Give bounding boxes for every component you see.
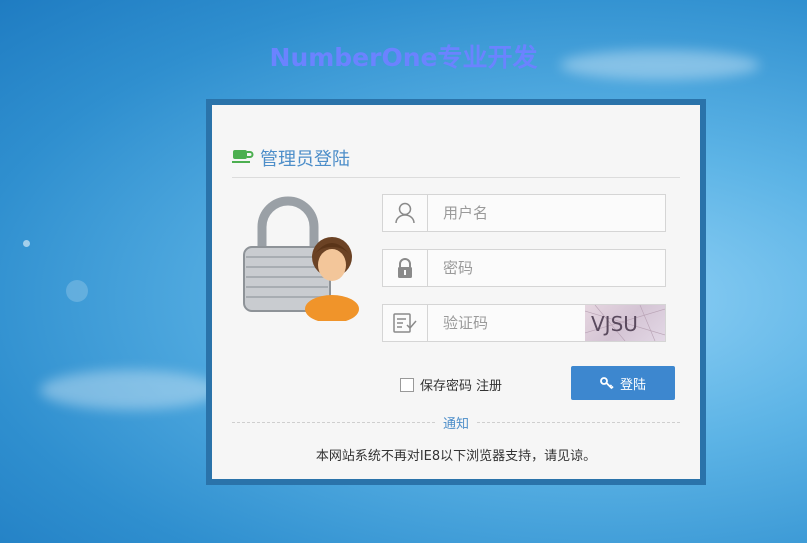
notice-label: 通知 — [434, 417, 477, 432]
lock-icon-box — [383, 250, 428, 286]
login-panel: 管理员登陆 用户名 验证码 VJSU 保存密码 注册 登陆 通知 本网站系统不再… — [212, 105, 700, 479]
login-header: 管理员登陆 — [232, 145, 680, 178]
captcha-icon — [393, 313, 417, 333]
remember-checkbox[interactable] — [400, 377, 414, 392]
page-title: NumberOne专业开发 — [269, 43, 538, 72]
register-link[interactable]: 注册 — [476, 375, 502, 394]
captcha-input[interactable] — [443, 305, 593, 341]
remember-label[interactable]: 保存密码 — [420, 375, 472, 394]
login-button-label: 登陆 — [619, 377, 646, 393]
sparkle-decoration — [66, 280, 88, 302]
cloud-decoration — [40, 370, 220, 410]
login-title: 管理员登陆 — [260, 149, 350, 170]
password-field — [382, 249, 666, 287]
key-icon — [600, 377, 614, 390]
admin-lock-illustration — [243, 196, 359, 321]
login-card: 管理员登陆 用户名 验证码 VJSU 保存密码 注册 登陆 通知 本网站系统不再… — [206, 99, 706, 485]
notice-text: 本网站系统不再对IE8以下浏览器支持，请见谅。 — [315, 449, 597, 464]
lock-icon — [398, 258, 412, 278]
captcha-text: VJSU — [591, 312, 638, 336]
notice-label-row: 通知 — [212, 413, 700, 432]
username-field — [382, 194, 666, 232]
remember-row: 保存密码 注册 — [400, 375, 502, 394]
user-icon-box — [383, 195, 428, 231]
captcha-field: VJSU — [382, 304, 666, 342]
login-button[interactable]: 登陆 — [571, 366, 675, 400]
cup-icon — [232, 150, 254, 163]
password-input[interactable] — [443, 250, 593, 286]
captcha-image[interactable]: VJSU — [584, 304, 666, 342]
captcha-icon-box — [383, 305, 428, 341]
sparkle-decoration — [23, 240, 30, 247]
user-icon — [395, 202, 415, 224]
username-input[interactable] — [443, 195, 593, 231]
